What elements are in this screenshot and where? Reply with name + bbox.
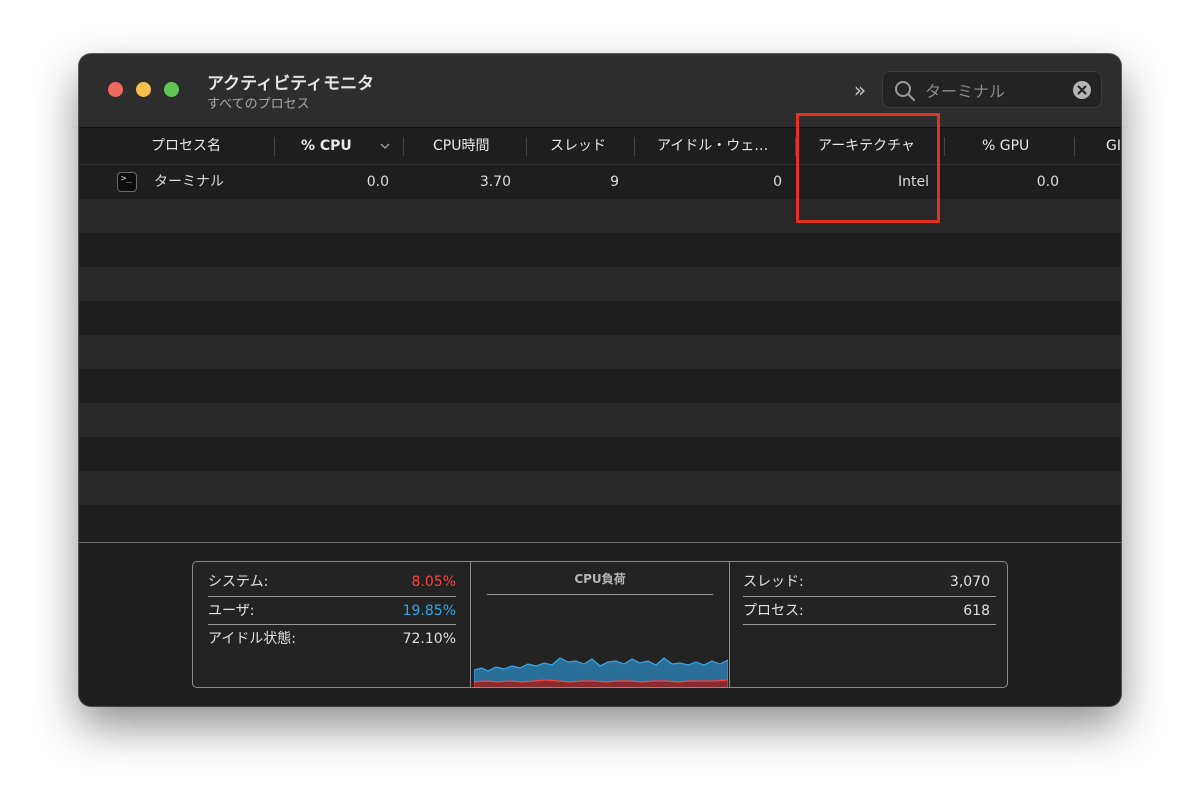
column-header-cpu-percent[interactable]: % CPU — [301, 128, 381, 164]
stats-divider — [729, 562, 730, 687]
cpu-load-title: CPU負荷 — [574, 572, 626, 586]
column-header-idle-wake-ups[interactable]: アイドル・ウェ… — [657, 128, 777, 164]
column-separator[interactable] — [526, 137, 527, 156]
chevron-down-icon — [380, 143, 390, 150]
close-window-button[interactable] — [108, 82, 123, 97]
threads-stat: スレッド: 3,070 — [743, 568, 990, 596]
chart-title-separator — [487, 594, 713, 595]
column-header-gpu-percent[interactable]: % GPU — [982, 128, 1052, 164]
empty-row — [79, 471, 1121, 505]
empty-row — [79, 199, 1121, 233]
cpu-summary-panel: システム: 8.05% ユーザ: 19.85% アイドル状態: 72.10% C… — [79, 542, 1121, 706]
cpu-stats-box: システム: 8.05% ユーザ: 19.85% アイドル状態: 72.10% C… — [192, 561, 1008, 688]
gpu-percent-cell: 0.0 — [1036, 174, 1059, 190]
minimize-window-button[interactable] — [136, 82, 151, 97]
magnifying-glass-icon — [895, 81, 915, 101]
processes-value: 618 — [963, 603, 990, 619]
column-separator[interactable] — [795, 137, 796, 156]
system-stat: システム: 8.05% — [208, 568, 456, 596]
user-value: 19.85% — [402, 603, 456, 619]
processes-stat: プロセス: 618 — [743, 597, 990, 625]
table-row[interactable]: >_ ターミナル 0.0 3.70 9 0 Intel 0.0 — [79, 165, 1121, 199]
empty-row — [79, 505, 1121, 539]
empty-row — [79, 403, 1121, 437]
zoom-window-button[interactable] — [164, 82, 179, 97]
idle-label: アイドル状態: — [208, 631, 297, 647]
window-title: アクティビティモニタ — [207, 74, 375, 94]
column-header-gpu-time[interactable]: GI — [1106, 128, 1121, 164]
empty-row — [79, 301, 1121, 335]
column-separator[interactable] — [944, 137, 945, 156]
threads-label: スレッド: — [743, 574, 804, 590]
search-field[interactable] — [882, 71, 1102, 108]
terminal-icon: >_ — [117, 172, 137, 192]
empty-row — [79, 267, 1121, 301]
stat-separator — [743, 624, 996, 625]
column-header-row: プロセス名 % CPU CPU時間 スレッド アイドル・ウェ… アーキテクチャ … — [79, 128, 1121, 165]
process-name-cell: ターミナル — [154, 174, 224, 190]
column-header-architecture[interactable]: アーキテクチャ — [818, 128, 928, 164]
window-subtitle: すべてのプロセス — [207, 97, 310, 112]
column-header-cpu-time[interactable]: CPU時間 — [433, 128, 523, 164]
user-stat: ユーザ: 19.85% — [208, 597, 456, 625]
column-separator[interactable] — [634, 137, 635, 156]
empty-row — [79, 335, 1121, 369]
column-header-process-name[interactable]: プロセス名 — [151, 128, 311, 164]
clear-search-icon[interactable] — [1073, 81, 1091, 99]
toolbar-overflow-button[interactable]: » — [847, 77, 873, 103]
column-separator[interactable] — [1074, 137, 1075, 156]
column-separator[interactable] — [403, 137, 404, 156]
cpu-time-cell: 3.70 — [479, 174, 511, 190]
column-separator[interactable] — [274, 137, 275, 156]
system-load-area — [474, 679, 728, 687]
threads-value: 3,070 — [949, 574, 990, 590]
architecture-cell: Intel — [898, 174, 929, 190]
empty-row — [79, 437, 1121, 471]
empty-row — [79, 233, 1121, 267]
cpu-percent-cell: 0.0 — [366, 174, 389, 190]
idle-stat: アイドル状態: 72.10% — [208, 625, 456, 653]
cpu-load-graph — [474, 657, 728, 687]
column-header-threads[interactable]: スレッド — [550, 128, 630, 164]
threads-cell: 9 — [610, 174, 619, 190]
process-table: >_ ターミナル 0.0 3.70 9 0 Intel 0.0 — [79, 165, 1121, 541]
user-label: ユーザ: — [208, 603, 255, 619]
idle-wake-ups-cell: 0 — [773, 174, 782, 190]
titlebar: アクティビティモニタ すべてのプロセス » — [79, 54, 1121, 128]
processes-label: プロセス: — [743, 603, 804, 619]
activity-monitor-window: アクティビティモニタ すべてのプロセス » プロセス名 % CPU CPU時間 … — [79, 54, 1121, 706]
system-label: システム: — [208, 574, 269, 590]
empty-row — [79, 369, 1121, 403]
search-input[interactable] — [925, 79, 1065, 101]
idle-value: 72.10% — [402, 631, 456, 647]
system-value: 8.05% — [411, 574, 456, 590]
